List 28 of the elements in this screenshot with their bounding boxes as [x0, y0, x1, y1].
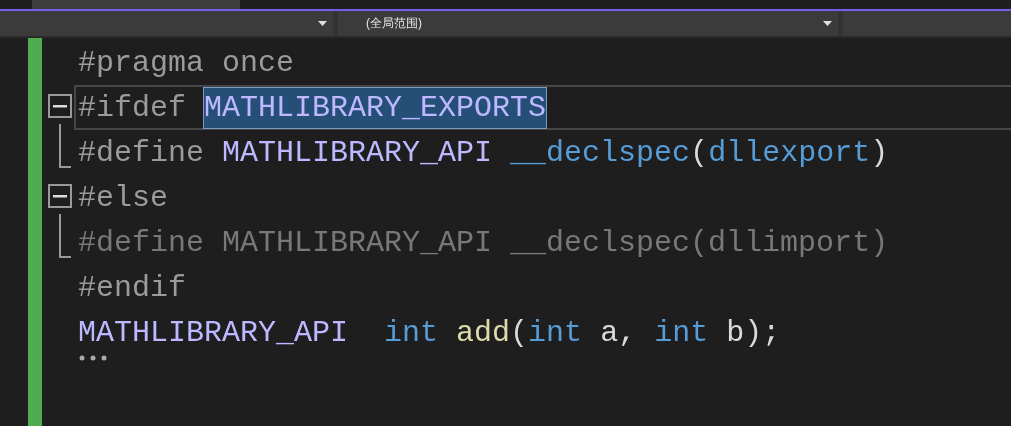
code-token: #pragma once — [78, 44, 295, 82]
code-token: ( — [510, 314, 529, 352]
code-token: dllexport — [708, 134, 871, 172]
code-token: add — [456, 314, 511, 352]
code-token: a, — [600, 314, 638, 352]
code-token: #ifdef — [78, 89, 188, 127]
code-token: __declspec — [510, 134, 691, 172]
caret-icon — [318, 21, 327, 26]
code-token: int — [384, 314, 440, 352]
code-token: #endif — [78, 269, 187, 307]
code-token: #define MATHLIBRARY_API __declspec(dllimport) — [78, 224, 889, 262]
code-token: b); — [726, 314, 781, 352]
code-token: #else — [78, 179, 168, 217]
collapse-icon[interactable] — [48, 184, 72, 208]
code-token: #define — [78, 134, 206, 172]
fold-guide-icon — [58, 214, 72, 260]
code-token: MATHLIBRARY_API — [78, 314, 350, 352]
code-token: ( — [690, 134, 709, 172]
code-token: MATHLIBRARY_EXPORTS — [204, 87, 547, 128]
code-token: int — [654, 314, 710, 352]
code-token: MATHLIBRARY_API — [222, 134, 494, 172]
code-token: ) — [870, 134, 889, 172]
collapse-icon[interactable] — [48, 94, 72, 118]
caret-icon — [823, 21, 832, 26]
code-token: int — [528, 314, 584, 352]
suggestion-dots-icon[interactable] — [78, 354, 108, 361]
fold-guide-icon — [58, 124, 72, 170]
scope-dropdown[interactable]: (全局范围) — [338, 11, 838, 36]
